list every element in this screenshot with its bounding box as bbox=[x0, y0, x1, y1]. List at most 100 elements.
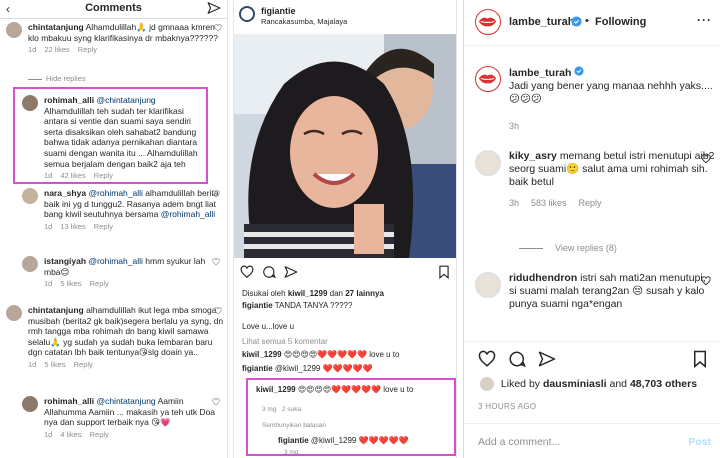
comment-likes[interactable]: 4 likes bbox=[60, 430, 81, 439]
following-button[interactable]: Following bbox=[595, 16, 646, 28]
post-caption: lambe_turah Jadi yang bener yang manaa n… bbox=[475, 66, 715, 133]
comment-likes[interactable]: 5 likes bbox=[60, 279, 81, 288]
comment-likes[interactable]: 13 likes bbox=[60, 222, 85, 231]
heart-icon[interactable] bbox=[478, 350, 496, 368]
heart-icon[interactable] bbox=[240, 265, 254, 279]
verified-badge-icon bbox=[574, 66, 584, 76]
post-button[interactable]: Post bbox=[688, 436, 711, 448]
comment-item: chintatanjung alhamdulillah ikut lega mb… bbox=[6, 305, 224, 371]
caption-username[interactable]: lambe_turah bbox=[509, 67, 571, 79]
send-icon[interactable] bbox=[207, 1, 221, 15]
lips-logo-avatar[interactable] bbox=[475, 66, 501, 92]
comment-username[interactable]: kiky_asry bbox=[509, 150, 557, 162]
comment-likes[interactable]: 22 likes bbox=[44, 45, 69, 54]
comment-likes[interactable]: 583 likes bbox=[531, 198, 567, 208]
post-time[interactable]: 3 HOURS AGO bbox=[478, 402, 536, 411]
avatar[interactable] bbox=[239, 6, 255, 22]
view-replies-button[interactable]: View replies (8) bbox=[519, 243, 617, 253]
comment-likes[interactable]: 5 likes bbox=[44, 360, 65, 369]
heart-icon[interactable] bbox=[701, 154, 711, 164]
highlight-box bbox=[246, 378, 456, 456]
comment-mention[interactable]: @rohimah_alli bbox=[161, 209, 215, 219]
heart-icon[interactable] bbox=[701, 276, 711, 286]
comment-username[interactable]: figiantie bbox=[242, 364, 273, 373]
avatar[interactable] bbox=[22, 396, 38, 412]
hide-replies-button[interactable]: Hide replies bbox=[28, 74, 86, 83]
selfie-photo bbox=[234, 34, 456, 258]
caption-username[interactable]: figiantie bbox=[242, 301, 273, 310]
liked-count[interactable]: 27 lainnya bbox=[345, 289, 384, 298]
avatar[interactable] bbox=[22, 256, 38, 272]
liked-user[interactable]: kiwil_1299 bbox=[288, 289, 328, 298]
reply-button[interactable]: Reply bbox=[579, 198, 602, 208]
verified-badge-icon bbox=[571, 16, 582, 27]
comment-icon[interactable] bbox=[262, 265, 276, 279]
bookmark-icon[interactable] bbox=[692, 350, 708, 368]
send-icon[interactable] bbox=[284, 265, 298, 279]
liked-and: and bbox=[609, 377, 628, 390]
post-location[interactable]: Rancakasumba, Majalaya bbox=[261, 17, 347, 26]
liker-avatar[interactable] bbox=[480, 377, 494, 391]
reply-button[interactable]: Reply bbox=[90, 430, 109, 439]
reply-button[interactable]: Reply bbox=[94, 222, 113, 231]
send-icon[interactable] bbox=[538, 350, 556, 368]
view-all-comments[interactable]: Lihat semua 5 komentar bbox=[242, 337, 454, 347]
comments-panel: ‹ Comments chintatanjung Alhamdulillah🙏 … bbox=[0, 0, 228, 458]
lips-icon bbox=[478, 17, 497, 27]
comment-item: chintatanjung Alhamdulillah🙏 jd gmnaaa k… bbox=[6, 22, 224, 56]
comment-text: @kiwil_1299 ❤️❤️❤️❤️❤️ bbox=[274, 364, 373, 373]
comment-username[interactable]: nara_shya bbox=[44, 188, 86, 198]
lips-logo-avatar[interactable] bbox=[475, 9, 501, 35]
bookmark-icon[interactable] bbox=[438, 265, 450, 279]
more-options-icon[interactable]: ··· bbox=[697, 13, 712, 27]
desktop-post-panel: lambe_turah • Following ··· lambe_turah … bbox=[463, 0, 720, 458]
heart-icon[interactable] bbox=[212, 190, 220, 198]
heart-icon[interactable] bbox=[212, 258, 220, 266]
liked-user[interactable]: dausminiasli bbox=[543, 378, 607, 390]
reply-button[interactable]: Reply bbox=[90, 279, 109, 288]
comment-username[interactable]: kiwil_1299 bbox=[242, 350, 282, 359]
comment-username[interactable]: chintatanjung bbox=[28, 22, 84, 32]
comments-header: ‹ Comments bbox=[0, 0, 227, 19]
comment-item: istangiyah @rohimah_alli hmm syukur lah … bbox=[22, 256, 222, 290]
reply-button[interactable]: Reply bbox=[74, 360, 93, 369]
comment-icon[interactable] bbox=[508, 350, 526, 368]
highlight-box bbox=[13, 87, 208, 184]
comment-text: 😍😍😍😍❤️❤️❤️❤️❤️ love u to bbox=[283, 350, 400, 359]
liked-prefix: Disukai oleh bbox=[242, 289, 286, 298]
comment-mention[interactable]: @rohimah_alli bbox=[88, 256, 142, 266]
post-actions bbox=[240, 265, 452, 281]
comment-username[interactable]: rohimah_alli bbox=[44, 396, 94, 406]
heart-icon[interactable] bbox=[214, 24, 222, 32]
post-comment: kiwil_1299 😍😍😍😍❤️❤️❤️❤️❤️ love u to bbox=[242, 350, 454, 360]
caption-text: Jadi yang bener yang manaa nehhh yaks...… bbox=[509, 80, 713, 105]
post-header: lambe_turah • Following ··· bbox=[464, 0, 720, 46]
post-caption: figiantie TANDA TANYA ????? bbox=[242, 301, 454, 311]
comments-title: Comments bbox=[85, 2, 142, 14]
comment-mention[interactable]: @chintatanjung bbox=[96, 396, 155, 406]
comment-item: kiky_asry memang betul istri menutupi ai… bbox=[475, 150, 715, 210]
comment-username[interactable]: istangiyah bbox=[44, 256, 86, 266]
post-username[interactable]: figiantie bbox=[261, 6, 296, 16]
add-comment-input[interactable]: Add a comment... bbox=[478, 436, 560, 448]
avatar[interactable] bbox=[22, 188, 38, 204]
post-action-bar: Liked by dausminiasli and 48,703 others … bbox=[464, 341, 720, 458]
comment-time: 1d bbox=[44, 279, 53, 289]
liked-count[interactable]: 48,703 others bbox=[630, 378, 697, 390]
add-comment-bar: Add a comment... Post bbox=[464, 423, 720, 458]
avatar[interactable] bbox=[6, 22, 22, 38]
liked-prefix: Liked by bbox=[500, 377, 541, 390]
avatar[interactable] bbox=[6, 305, 22, 321]
heart-icon[interactable] bbox=[214, 307, 222, 315]
avatar[interactable] bbox=[475, 272, 501, 298]
comment-username[interactable]: chintatanjung bbox=[28, 305, 84, 315]
comment-username[interactable]: ridudhendron bbox=[509, 272, 577, 284]
avatar[interactable] bbox=[475, 150, 501, 176]
heart-icon[interactable] bbox=[212, 398, 220, 406]
reply-button[interactable]: Reply bbox=[78, 45, 97, 54]
liked-by: Liked by dausminiasli and 48,703 others bbox=[480, 377, 697, 391]
post-photo[interactable] bbox=[234, 34, 456, 258]
comment-item: rohimah_alli @chintatanjung Aamiin Allah… bbox=[22, 396, 222, 440]
comment-mention[interactable]: @rohimah_alli bbox=[88, 188, 142, 198]
post-username[interactable]: lambe_turah bbox=[509, 16, 574, 28]
